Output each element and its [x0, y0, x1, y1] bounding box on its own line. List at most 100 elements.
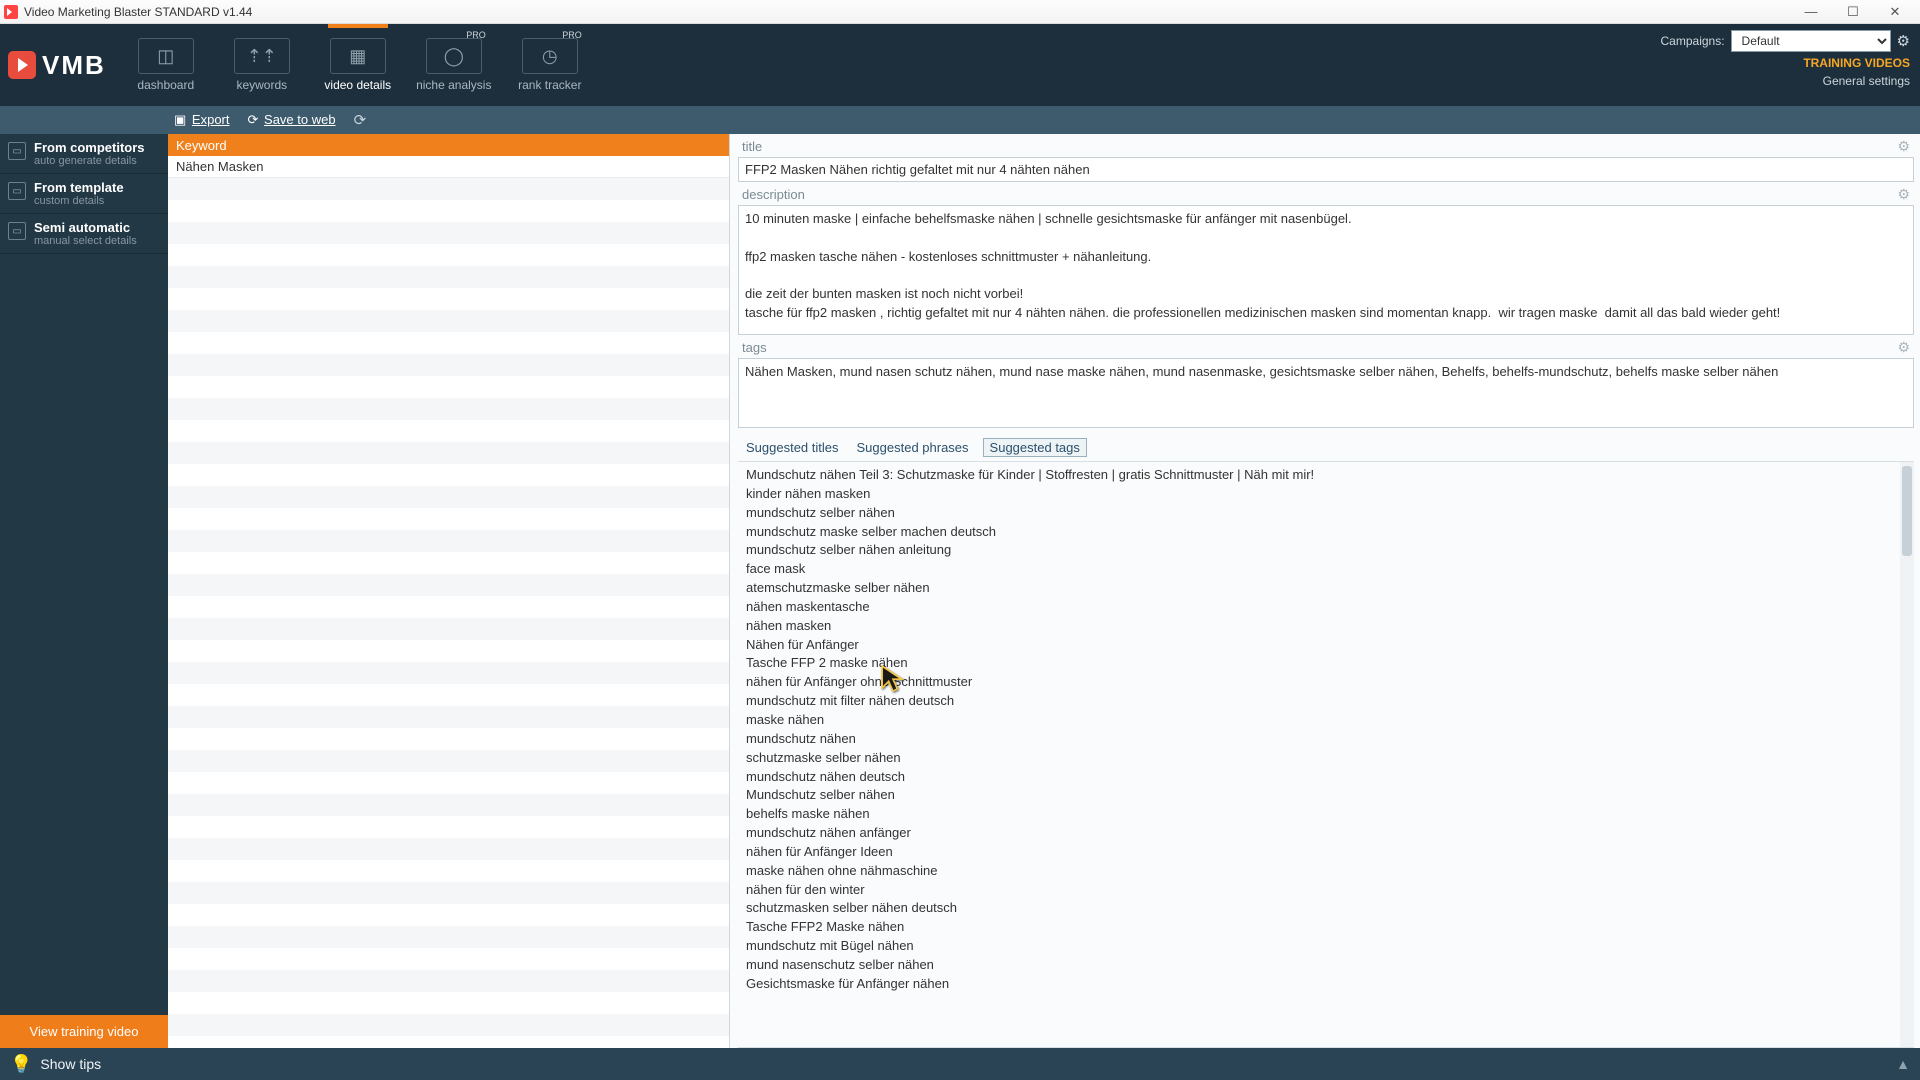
competitors-icon: ▭ — [8, 142, 26, 160]
save-to-web-link[interactable]: Save to web — [264, 112, 336, 127]
view-training-video-button[interactable]: View training video — [0, 1015, 168, 1048]
nav-dashboard-label: dashboard — [137, 78, 194, 92]
details-panel: title ⚙ description ⚙ tags ⚙ Suggested t… — [730, 134, 1920, 1048]
suggestion-item[interactable]: mundschutz mit Bügel nähen — [746, 937, 1906, 956]
sub-toolbar: ▣ Export ⟳ Save to web ⟳ — [0, 106, 1920, 134]
bottom-bar: 💡 Show tips ▲ — [0, 1048, 1920, 1080]
suggestion-item[interactable]: mundschutz selber nähen — [746, 504, 1906, 523]
leftrail-sub: custom details — [34, 195, 124, 207]
nav-dashboard[interactable]: ◫ dashboard — [118, 24, 214, 106]
suggestion-item[interactable]: Nähen für Anfänger — [746, 636, 1906, 655]
maximize-button[interactable]: ☐ — [1832, 1, 1874, 23]
leftrail-title: Semi automatic — [34, 220, 137, 235]
suggestion-item[interactable]: mundschutz nähen anfänger — [746, 824, 1906, 843]
suggestion-item[interactable]: nähen für Anfänger Ideen — [746, 843, 1906, 862]
suggestion-item[interactable]: nähen für den winter — [746, 881, 1906, 900]
video-details-icon: ▦ — [330, 38, 386, 74]
keyword-rows[interactable]: Nähen Masken — [168, 156, 729, 1048]
suggestion-item[interactable]: mund nasenschutz selber nähen — [746, 956, 1906, 975]
leftrail-title: From template — [34, 180, 124, 195]
suggestion-item[interactable]: maske nähen — [746, 711, 1906, 730]
tab-suggested-tags[interactable]: Suggested tags — [983, 438, 1087, 457]
leftrail-from-template[interactable]: ▭ From template custom details — [0, 174, 168, 214]
top-right-controls: Campaigns: Default ⚙ TRAINING VIDEOS Gen… — [1661, 24, 1920, 106]
description-settings-icon[interactable]: ⚙ — [1897, 186, 1910, 203]
title-label: title — [742, 139, 762, 154]
leftrail-semi-automatic[interactable]: ▭ Semi automatic manual select details — [0, 214, 168, 254]
title-input[interactable] — [738, 157, 1914, 182]
dashboard-icon: ◫ — [138, 38, 194, 74]
tab-suggested-titles[interactable]: Suggested titles — [742, 438, 843, 457]
keyword-row[interactable]: Nähen Masken — [168, 156, 729, 178]
pro-badge: PRO — [562, 30, 582, 40]
tags-label-row: tags ⚙ — [738, 335, 1914, 358]
training-videos-link[interactable]: TRAINING VIDEOS — [1803, 56, 1910, 70]
nav-video-details[interactable]: ▦ video details — [310, 24, 406, 106]
suggestions-list[interactable]: Mundschutz nähen Teil 3: Schutzmaske für… — [738, 461, 1914, 1048]
app-icon — [4, 5, 18, 19]
close-button[interactable]: ✕ — [1874, 1, 1916, 23]
tags-label: tags — [742, 340, 767, 355]
scrollbar-thumb[interactable] — [1902, 466, 1912, 556]
app-logo: VMB — [0, 24, 118, 106]
suggestion-item[interactable]: schutzmaske selber nähen — [746, 749, 1906, 768]
suggestion-item[interactable]: face mask — [746, 560, 1906, 579]
title-settings-icon[interactable]: ⚙ — [1897, 138, 1910, 155]
suggestion-item[interactable]: mundschutz mit filter nähen deutsch — [746, 692, 1906, 711]
tab-suggested-phrases[interactable]: Suggested phrases — [853, 438, 973, 457]
suggestion-item[interactable]: mundschutz maske selber machen deutsch — [746, 523, 1906, 542]
suggestion-item[interactable]: schutzmasken selber nähen deutsch — [746, 899, 1906, 918]
export-group[interactable]: ▣ Export — [174, 112, 230, 128]
description-label: description — [742, 187, 805, 202]
description-textarea[interactable] — [738, 205, 1914, 335]
campaigns-select[interactable]: Default — [1731, 30, 1891, 52]
main-area: ▭ From competitors auto generate details… — [0, 134, 1920, 1048]
suggestion-item[interactable]: nähen für Anfänger ohne Schnittmuster — [746, 673, 1906, 692]
campaigns-settings-icon[interactable]: ⚙ — [1897, 32, 1910, 50]
main-nav: ◫ dashboard ⇡⇡ keywords ▦ video details … — [118, 24, 598, 106]
tags-settings-icon[interactable]: ⚙ — [1897, 339, 1910, 356]
nav-niche-analysis[interactable]: PRO ◯ niche analysis — [406, 24, 502, 106]
top-toolbar: VMB ◫ dashboard ⇡⇡ keywords ▦ video deta… — [0, 24, 1920, 106]
nav-rank-tracker[interactable]: PRO ◷ rank tracker — [502, 24, 598, 106]
suggestion-item[interactable]: Mundschutz nähen Teil 3: Schutzmaske für… — [746, 466, 1906, 485]
minimize-button[interactable]: — — [1790, 1, 1832, 23]
save-group[interactable]: ⟳ Save to web — [248, 112, 336, 128]
window-title: Video Marketing Blaster STANDARD v1.44 — [24, 5, 1790, 19]
nav-keywords-label: keywords — [236, 78, 287, 92]
window-titlebar: Video Marketing Blaster STANDARD v1.44 —… — [0, 0, 1920, 24]
export-link[interactable]: Export — [192, 112, 230, 127]
suggestion-item[interactable]: mundschutz selber nähen anleitung — [746, 541, 1906, 560]
semi-auto-icon: ▭ — [8, 222, 26, 240]
suggestion-item[interactable]: Tasche FFP 2 maske nähen — [746, 654, 1906, 673]
suggestion-item[interactable]: behelfs maske nähen — [746, 805, 1906, 824]
suggestions-scrollbar[interactable] — [1900, 462, 1914, 1047]
suggestion-item[interactable]: kinder nähen masken — [746, 485, 1906, 504]
export-icon: ▣ — [174, 112, 186, 127]
leftrail-from-competitors[interactable]: ▭ From competitors auto generate details — [0, 134, 168, 174]
suggestion-item[interactable]: Tasche FFP2 Maske nähen — [746, 918, 1906, 937]
suggestion-item[interactable]: nähen maskentasche — [746, 598, 1906, 617]
suggestion-item[interactable]: atemschutzmaske selber nähen — [746, 579, 1906, 598]
suggestion-item[interactable]: Gesichtsmaske für Anfänger nähen — [746, 975, 1906, 994]
logo-text: VMB — [42, 50, 106, 81]
suggestion-item[interactable]: Mundschutz selber nähen — [746, 786, 1906, 805]
leftrail-title: From competitors — [34, 140, 145, 155]
leftrail-sub: manual select details — [34, 235, 137, 247]
bulb-icon: 💡 — [10, 1054, 32, 1075]
suggestion-item[interactable]: maske nähen ohne nähmaschine — [746, 862, 1906, 881]
general-settings-link[interactable]: General settings — [1823, 74, 1910, 88]
show-tips-button[interactable]: Show tips — [40, 1056, 101, 1072]
chevron-up-icon[interactable]: ▲ — [1896, 1056, 1910, 1072]
suggestion-item[interactable]: nähen masken — [746, 617, 1906, 636]
rank-tracker-icon: ◷ — [522, 38, 578, 74]
nav-keywords[interactable]: ⇡⇡ keywords — [214, 24, 310, 106]
keyword-column: Keyword Nähen Masken — [168, 134, 730, 1048]
left-rail: ▭ From competitors auto generate details… — [0, 134, 168, 1048]
suggestion-item[interactable]: mundschutz nähen deutsch — [746, 768, 1906, 787]
tags-textarea[interactable] — [738, 358, 1914, 428]
campaigns-label: Campaigns: — [1661, 34, 1725, 48]
template-icon: ▭ — [8, 182, 26, 200]
suggestion-item[interactable]: mundschutz nähen — [746, 730, 1906, 749]
title-label-row: title ⚙ — [738, 134, 1914, 157]
